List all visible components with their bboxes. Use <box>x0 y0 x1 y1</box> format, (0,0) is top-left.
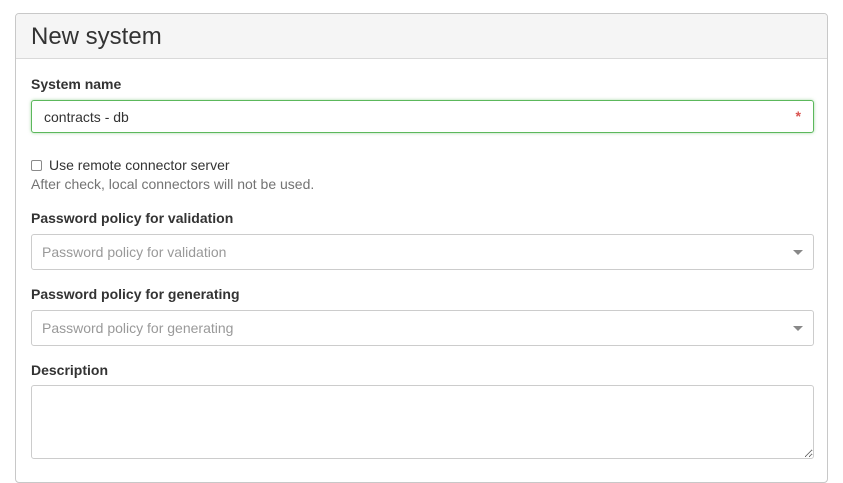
required-mark: * <box>795 108 801 124</box>
system-name-label: System name <box>31 76 122 92</box>
password-policy-generating-select[interactable]: Password policy for generating <box>31 310 814 346</box>
remote-connector-help: After check, local connectors will not b… <box>31 176 315 192</box>
password-policy-validation-select[interactable]: Password policy for validation <box>31 234 814 270</box>
panel-title: New system <box>31 23 162 50</box>
password-policy-validation-placeholder: Password policy for validation <box>42 244 227 260</box>
password-policy-validation-label: Password policy for validation <box>31 210 234 226</box>
system-name-field-wrap: * <box>31 100 814 133</box>
password-policy-generating-label: Password policy for generating <box>31 286 240 302</box>
description-textarea[interactable] <box>31 385 814 459</box>
remote-connector-checkbox[interactable] <box>31 159 42 171</box>
password-policy-generating-placeholder: Password policy for generating <box>42 320 234 336</box>
panel-heading: New system <box>16 14 827 59</box>
description-label: Description <box>31 362 109 378</box>
system-name-input[interactable] <box>31 100 814 133</box>
new-system-panel: New system System name * Use remote conn… <box>15 13 828 483</box>
caret-down-icon[interactable] <box>793 326 803 331</box>
caret-down-icon[interactable] <box>793 250 803 255</box>
remote-connector-label[interactable]: Use remote connector server <box>49 157 230 173</box>
remote-connector-row[interactable]: Use remote connector server <box>31 157 230 173</box>
